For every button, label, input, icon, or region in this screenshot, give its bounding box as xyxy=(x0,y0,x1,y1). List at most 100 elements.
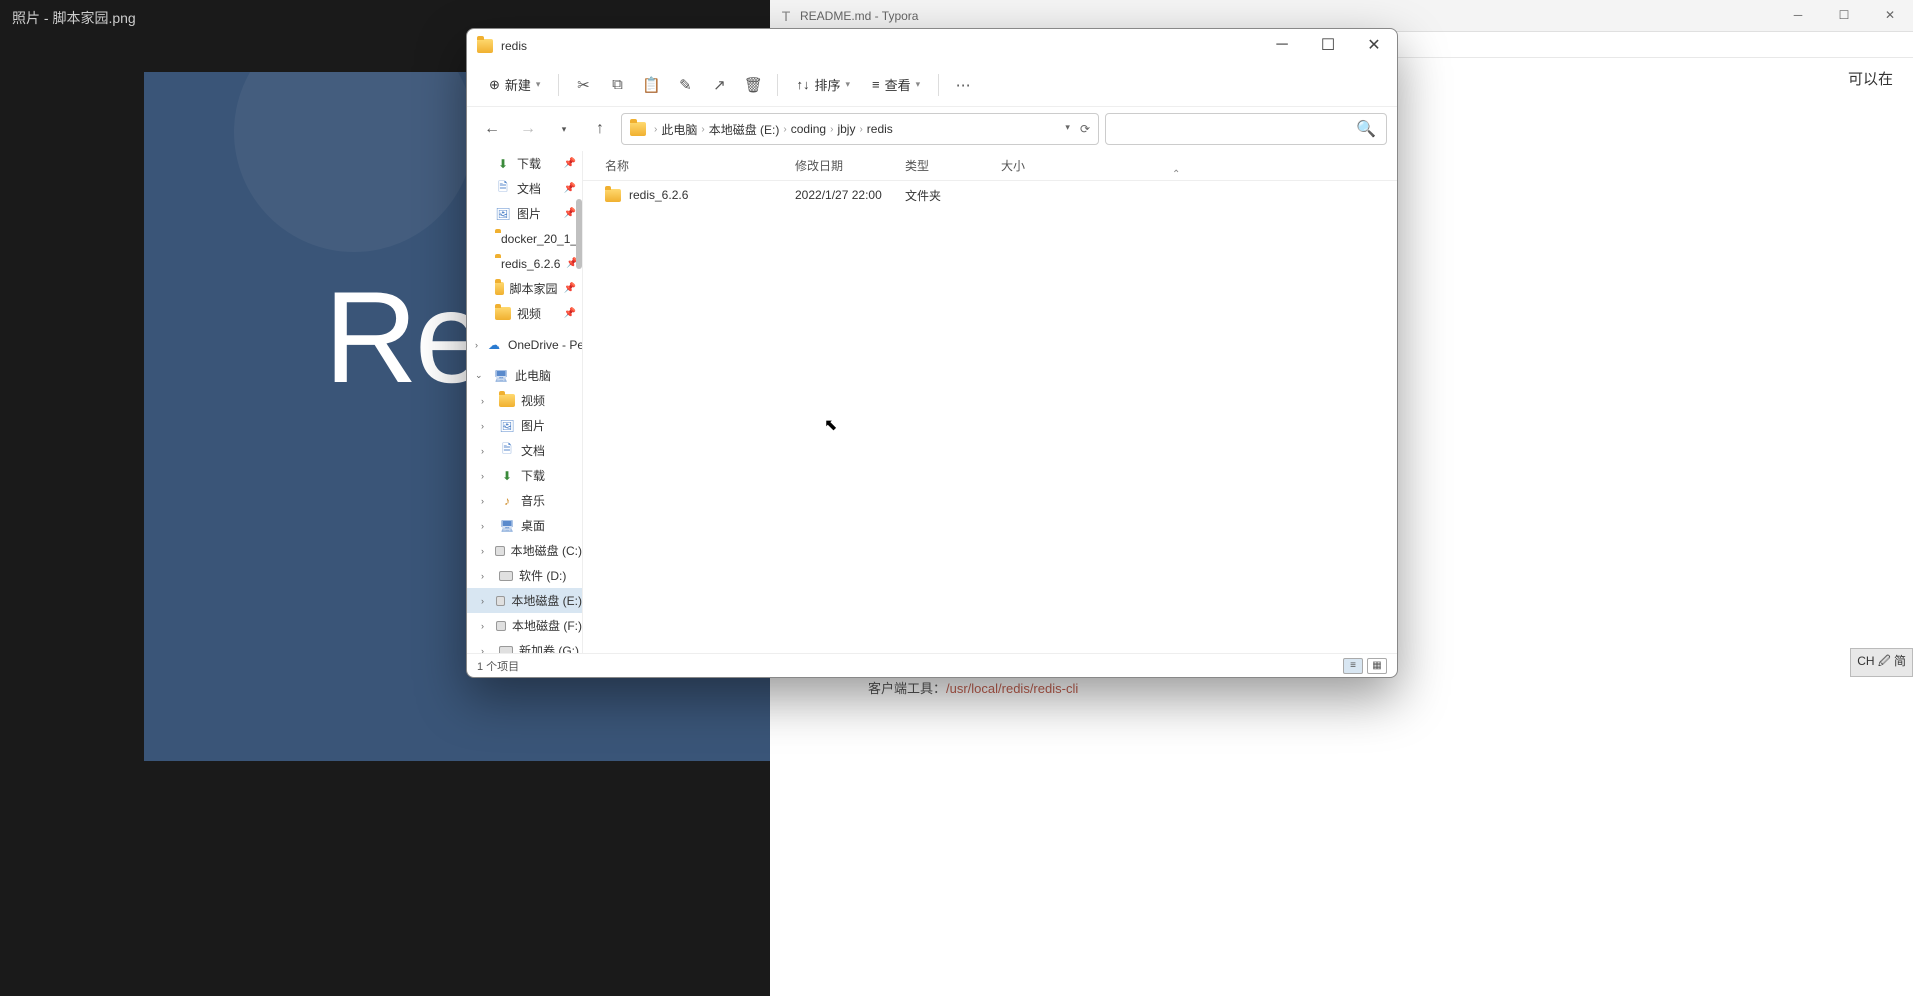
sidebar-item[interactable]: ›🖥桌面 xyxy=(467,513,582,538)
sidebar-item[interactable]: › 视频 xyxy=(467,388,582,413)
sidebar-item[interactable]: 脚本家园📌 xyxy=(467,276,582,301)
column-headers: 名称 修改日期 类型 大小 xyxy=(583,151,1397,181)
chevron-right-icon: › xyxy=(830,124,833,135)
sidebar-item[interactable]: › 新加卷 (G:) xyxy=(467,638,582,653)
more-button[interactable]: ⋯ xyxy=(949,71,977,99)
sidebar-item[interactable]: 🖼图片📌 xyxy=(467,201,582,226)
pin-icon: 📌 xyxy=(564,208,576,219)
sidebar-item[interactable]: ›本地磁盘 (E:) xyxy=(467,588,582,613)
view-button[interactable]: ≡ 查看 ▾ xyxy=(864,71,928,98)
cut-button[interactable]: ✂ xyxy=(569,71,597,99)
chevron-right-icon[interactable]: › xyxy=(481,446,491,456)
view-label: 查看 xyxy=(885,75,911,94)
maximize-button[interactable]: ☐ xyxy=(1305,29,1351,61)
minimize-button[interactable]: ─ xyxy=(1775,0,1821,30)
column-date[interactable]: 修改日期 xyxy=(795,157,905,174)
sidebar-item-label: redis_6.2.6 xyxy=(501,257,560,271)
file-row[interactable]: redis_6.2.62022/1/27 22:00文件夹 xyxy=(583,181,1397,209)
sidebar-item[interactable]: ›本地磁盘 (F:) xyxy=(467,613,582,638)
sidebar-item-thispc[interactable]: ⌄ 🖥 此电脑 xyxy=(467,363,582,388)
sidebar-item[interactable]: ›🖼图片 xyxy=(467,413,582,438)
sidebar-item[interactable]: ›软件 (D:) xyxy=(467,563,582,588)
sidebar-item-label: 视频 xyxy=(521,392,545,409)
details-view-button[interactable]: ≡ xyxy=(1343,658,1363,674)
rename-button[interactable]: ✎ xyxy=(671,71,699,99)
sidebar-item[interactable]: ›🗎文档 xyxy=(467,438,582,463)
sidebar-item[interactable]: redis_6.2.6📌 xyxy=(467,251,582,276)
chevron-right-icon[interactable]: › xyxy=(481,621,488,631)
chevron-right-icon[interactable]: › xyxy=(481,421,491,431)
close-button[interactable]: ✕ xyxy=(1351,29,1397,61)
breadcrumb-segment[interactable]: coding xyxy=(791,122,826,136)
sidebar-item[interactable]: › 本地磁盘 (C:) xyxy=(467,538,582,563)
search-input[interactable]: 🔍 xyxy=(1105,113,1387,145)
chevron-down-icon[interactable]: ⌄ xyxy=(475,370,485,381)
chevron-right-icon[interactable]: › xyxy=(481,546,487,556)
sidebar-item[interactable]: 视频📌 xyxy=(467,301,582,326)
explorer-title: redis xyxy=(501,39,527,53)
column-name[interactable]: 名称 xyxy=(605,157,795,174)
separator xyxy=(777,74,778,96)
breadcrumb-segment[interactable]: 本地磁盘 (E:) xyxy=(709,121,780,138)
new-button[interactable]: ⊕ 新建 ▾ xyxy=(481,71,548,98)
column-type[interactable]: 类型 xyxy=(905,157,1001,174)
separator xyxy=(938,74,939,96)
explorer-file-area: 名称 修改日期 类型 大小 redis_6.2.62022/1/27 22:00… xyxy=(583,151,1397,653)
chevron-right-icon[interactable]: › xyxy=(481,646,491,654)
plus-icon: ⊕ xyxy=(489,77,500,93)
sidebar-item[interactable]: ⬇下载📌 xyxy=(467,151,582,176)
drive-icon xyxy=(496,621,506,631)
sidebar-item-onedrive[interactable]: › ☁ OneDrive - Per xyxy=(467,332,582,357)
chevron-right-icon[interactable]: › xyxy=(481,471,491,481)
sidebar-item[interactable]: ›♪音乐 xyxy=(467,488,582,513)
back-button[interactable]: ← xyxy=(477,114,507,144)
sidebar-item[interactable]: 🗎文档📌 xyxy=(467,176,582,201)
sidebar-item-label: 此电脑 xyxy=(515,367,551,384)
forward-button[interactable]: → xyxy=(513,114,543,144)
sidebar-item-label: 文档 xyxy=(517,180,541,197)
explorer-titlebar[interactable]: redis ─ ☐ ✕ xyxy=(467,29,1397,63)
explorer-address-row: ← → ▾ ↑ › 此电脑 › 本地磁盘 (E:) › coding › jbj… xyxy=(467,107,1397,151)
sidebar-item-label: 本地磁盘 (C:) xyxy=(511,542,582,559)
new-label: 新建 xyxy=(505,75,531,94)
breadcrumb-segment[interactable]: 此电脑 xyxy=(661,121,697,138)
sidebar-item-label: 新加卷 (G:) xyxy=(519,642,579,653)
chevron-right-icon[interactable]: › xyxy=(481,571,491,581)
scrollbar-thumb[interactable] xyxy=(576,199,582,269)
drive-icon xyxy=(499,646,513,654)
chevron-down-icon: ▾ xyxy=(536,79,541,90)
delete-button[interactable]: 🗑 xyxy=(739,71,767,99)
close-button[interactable]: ✕ xyxy=(1867,0,1913,30)
sort-button[interactable]: ↑↓ 排序 ▾ xyxy=(788,71,858,98)
file-date: 2022/1/27 22:00 xyxy=(795,188,905,202)
icons-view-button[interactable]: ▦ xyxy=(1367,658,1387,674)
chevron-right-icon[interactable]: › xyxy=(481,521,491,531)
sidebar-item-label: 下载 xyxy=(521,467,545,484)
client-path: /usr/local/redis/redis-cli xyxy=(946,681,1078,696)
chevron-right-icon[interactable]: › xyxy=(481,396,491,406)
paste-button[interactable]: 📋 xyxy=(637,71,665,99)
explorer-window: redis ─ ☐ ✕ ⊕ 新建 ▾ ✂ ⧉ 📋 ✎ ↗ 🗑 ↑↓ 排序 ▾ ≡… xyxy=(466,28,1398,678)
decorative-circle xyxy=(234,72,474,252)
recent-button[interactable]: ▾ xyxy=(549,114,579,144)
chevron-right-icon[interactable]: › xyxy=(481,596,488,606)
chevron-right-icon[interactable]: › xyxy=(475,340,478,350)
sidebar-item[interactable]: docker_20_1_0📌 xyxy=(467,226,582,251)
refresh-button[interactable]: ⟳ xyxy=(1080,122,1090,136)
share-button[interactable]: ↗ xyxy=(705,71,733,99)
chevron-right-icon[interactable]: › xyxy=(481,496,491,506)
minimize-button[interactable]: ─ xyxy=(1259,29,1305,61)
column-size[interactable]: 大小 xyxy=(1001,157,1061,174)
sidebar-item[interactable]: ›⬇下载 xyxy=(467,463,582,488)
dropdown-icon[interactable]: ▾ xyxy=(1065,122,1070,136)
sort-label: 排序 xyxy=(814,75,840,94)
address-bar[interactable]: › 此电脑 › 本地磁盘 (E:) › coding › jbjy › redi… xyxy=(621,113,1099,145)
copy-button[interactable]: ⧉ xyxy=(603,71,631,99)
up-button[interactable]: ↑ xyxy=(585,114,615,144)
breadcrumb-segment[interactable]: jbjy xyxy=(837,122,855,136)
sidebar-item-label: 桌面 xyxy=(521,517,545,534)
breadcrumb-segment[interactable]: redis xyxy=(867,122,893,136)
chevron-down-icon: ▾ xyxy=(845,79,850,90)
maximize-button[interactable]: ☐ xyxy=(1821,0,1867,30)
ime-indicator[interactable]: CH 🖉 简 xyxy=(1850,648,1913,677)
